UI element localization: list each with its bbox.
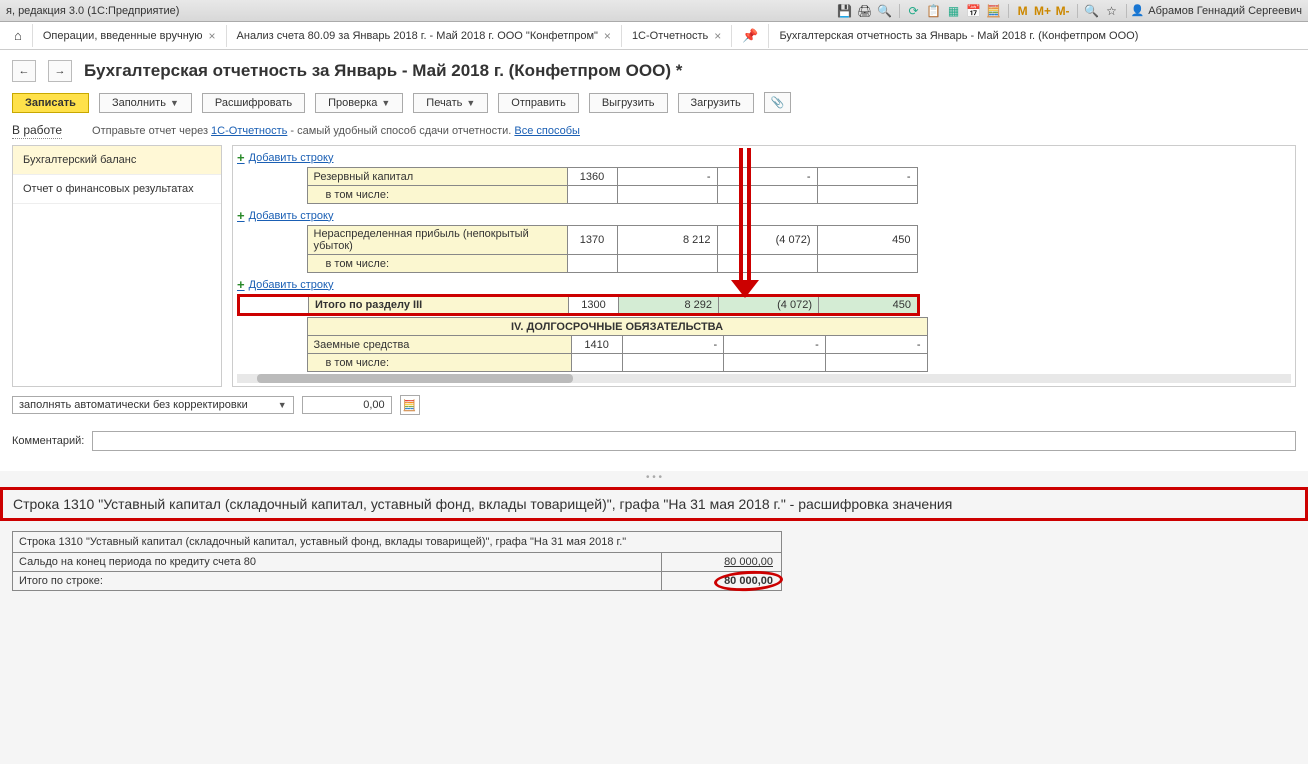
value-input[interactable]: 0,00 bbox=[302, 396, 392, 414]
link-all[interactable]: Все способы bbox=[514, 125, 580, 137]
print-icon[interactable]: 🖨 bbox=[856, 2, 874, 20]
save-icon[interactable]: 💾 bbox=[836, 2, 854, 20]
back-button[interactable]: ← bbox=[12, 60, 36, 82]
save-button[interactable]: Записать bbox=[12, 93, 89, 113]
comment-input[interactable] bbox=[92, 431, 1296, 451]
tab-analysis[interactable]: Анализ счета 80.09 за Январь 2018 г. - М… bbox=[227, 25, 622, 47]
table-row-total: Итого по разделу III13008 292(4 072)450 bbox=[237, 294, 920, 316]
reload-icon[interactable]: ⟳ bbox=[905, 2, 923, 20]
close-icon[interactable]: × bbox=[209, 29, 216, 43]
fill-mode-select[interactable]: заполнять автоматически без корректировк… bbox=[12, 396, 294, 414]
chevron-down-icon: ▼ bbox=[170, 98, 179, 108]
status-link[interactable]: В работе bbox=[12, 123, 62, 139]
side-item-balance[interactable]: Бухгалтерский баланс bbox=[13, 146, 221, 175]
detail-table: Строка 1310 "Уставный капитал (складочны… bbox=[12, 531, 782, 591]
add-row-link[interactable]: +Добавить строку bbox=[237, 206, 333, 225]
calc-icon[interactable]: 🧮 bbox=[985, 2, 1003, 20]
page-header: ← → Бухгалтерская отчетность за Январь -… bbox=[12, 50, 1296, 88]
user-name: Абрамов Геннадий Сергеевич bbox=[1148, 5, 1302, 17]
horizontal-scrollbar[interactable] bbox=[237, 374, 1291, 383]
preview-icon[interactable]: 🔍 bbox=[876, 2, 894, 20]
app-title: я, редакция 3.0 (1С:Предприятие) bbox=[6, 5, 179, 17]
grid-icon[interactable]: ▦ bbox=[945, 2, 963, 20]
tab-operations[interactable]: Операции, введенные вручную× bbox=[33, 25, 227, 47]
tab-bar: ⌂ Операции, введенные вручную× Анализ сч… bbox=[0, 22, 1308, 50]
action-toolbar: Записать Заполнить▼ Расшифровать Проверк… bbox=[12, 88, 1296, 123]
forward-button[interactable]: → bbox=[48, 60, 72, 82]
memory-mplus[interactable]: M+ bbox=[1034, 2, 1052, 20]
tab-pin[interactable]: 📌 bbox=[732, 24, 769, 48]
comment-label: Комментарий: bbox=[12, 435, 84, 447]
page-title: Бухгалтерская отчетность за Январь - Май… bbox=[84, 61, 682, 81]
upload-button[interactable]: Выгрузить bbox=[589, 93, 668, 113]
add-row-link[interactable]: +Добавить строку bbox=[237, 148, 333, 167]
decode-button[interactable]: Расшифровать bbox=[202, 93, 305, 113]
link-1c[interactable]: 1С-Отчетность bbox=[211, 125, 287, 137]
user-icon: 👤 bbox=[1131, 4, 1145, 17]
chevron-down-icon: ▼ bbox=[278, 400, 287, 410]
close-icon[interactable]: × bbox=[604, 29, 611, 43]
tab-reporting[interactable]: 1С-Отчетность× bbox=[622, 25, 732, 47]
user-info[interactable]: 👤 Абрамов Геннадий Сергеевич bbox=[1131, 4, 1302, 17]
calc-icon[interactable]: 🧮 bbox=[400, 395, 420, 415]
check-button[interactable]: Проверка▼ bbox=[315, 93, 403, 113]
memory-mminus[interactable]: M- bbox=[1054, 2, 1072, 20]
download-button[interactable]: Загрузить bbox=[678, 93, 754, 113]
side-item-finance[interactable]: Отчет о финансовых результатах bbox=[13, 175, 221, 204]
close-icon[interactable]: × bbox=[714, 29, 721, 43]
print-button[interactable]: Печать▼ bbox=[413, 93, 488, 113]
comment-row: Комментарий: bbox=[12, 423, 1296, 459]
hint-text: Отправьте отчет через 1С-Отчетность - са… bbox=[92, 125, 580, 145]
report-grid: +Добавить строку Резервный капитал1360--… bbox=[232, 145, 1296, 387]
send-button[interactable]: Отправить bbox=[498, 93, 579, 113]
table-row: Резервный капитал1360--- в том числе: bbox=[237, 167, 918, 204]
attach-button[interactable]: 📎 bbox=[764, 92, 792, 113]
plus-icon: + bbox=[237, 277, 245, 292]
detail-total-value: 80 000,00 bbox=[661, 572, 781, 590]
zoom-in-icon[interactable]: 🔍 bbox=[1083, 2, 1101, 20]
star-icon[interactable]: ☆ bbox=[1103, 2, 1121, 20]
table-row: Нераспределенная прибыль (непокрытый убы… bbox=[237, 225, 918, 273]
footer-controls: заполнять автоматически без корректировк… bbox=[12, 387, 1296, 423]
detail-row-value[interactable]: 80 000,00 bbox=[661, 553, 781, 571]
side-panel: Бухгалтерский баланс Отчет о финансовых … bbox=[12, 145, 222, 387]
detail-title: Строка 1310 "Уставный капитал (складочны… bbox=[0, 487, 1308, 521]
add-row-link[interactable]: +Добавить строку bbox=[237, 275, 333, 294]
detail-total-label: Итого по строке: bbox=[13, 572, 661, 590]
calendar-icon[interactable]: 📅 bbox=[965, 2, 983, 20]
tab-home[interactable]: ⌂ bbox=[4, 24, 33, 47]
title-bar: я, редакция 3.0 (1С:Предприятие) 💾 🖨 🔍 ⟳… bbox=[0, 0, 1308, 22]
copy-icon[interactable]: 📋 bbox=[925, 2, 943, 20]
memory-m[interactable]: M bbox=[1014, 2, 1032, 20]
fill-button[interactable]: Заполнить▼ bbox=[99, 93, 192, 113]
chevron-down-icon: ▼ bbox=[466, 98, 475, 108]
detail-row-label: Сальдо на конец периода по кредиту счета… bbox=[13, 553, 661, 571]
tab-balance[interactable]: Бухгалтерская отчетность за Январь - Май… bbox=[769, 26, 1308, 46]
plus-icon: + bbox=[237, 208, 245, 223]
table-row: IV. ДОЛГОСРОЧНЫЕ ОБЯЗАТЕЛЬСТВА Заемные с… bbox=[237, 317, 928, 372]
plus-icon: + bbox=[237, 150, 245, 165]
chevron-down-icon: ▼ bbox=[381, 98, 390, 108]
detail-header: Строка 1310 "Уставный капитал (складочны… bbox=[13, 532, 781, 552]
splitter-handle[interactable]: • • • bbox=[0, 471, 1308, 483]
